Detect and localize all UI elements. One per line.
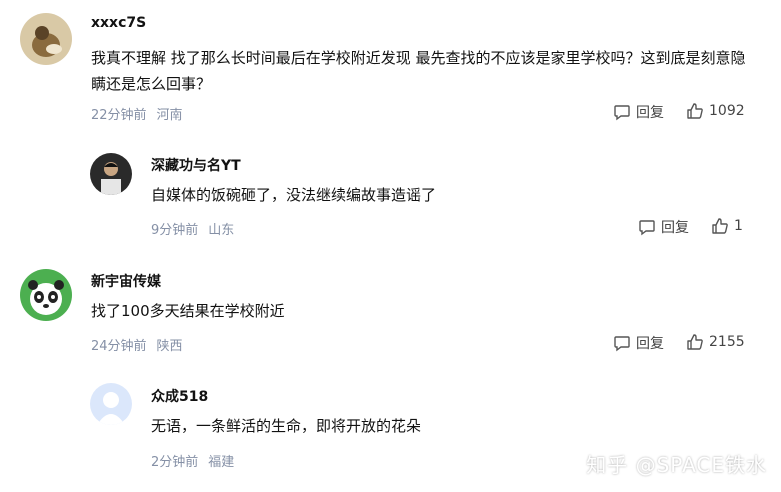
comment-author[interactable]: 新宇宙传媒: [91, 271, 161, 291]
avatar[interactable]: [20, 13, 72, 65]
thumbs-up-icon: [687, 334, 703, 350]
comment-author[interactable]: 深藏功与名YT: [151, 155, 241, 175]
comment-time: 22分钟前: [91, 108, 147, 123]
comment-icon: [614, 105, 630, 121]
reply-label: 回复: [661, 220, 689, 236]
avatar[interactable]: [90, 153, 132, 195]
reply-button[interactable]: 回复: [638, 217, 689, 237]
like-count: 1: [734, 218, 743, 234]
comment-text: 自媒体的饭碗砸了，没法继续编故事造谣了: [151, 186, 437, 204]
comment-location: 山东: [208, 223, 235, 238]
reply-label: 回复: [636, 105, 664, 121]
like-button[interactable]: 1: [711, 217, 743, 235]
comment-location: 福建: [208, 455, 235, 470]
comment-meta: 24分钟前 陕西: [91, 335, 183, 354]
like-count: 2155: [709, 334, 745, 350]
comment-time: 2分钟前: [151, 455, 199, 470]
comment-meta: 2分钟前 福建: [151, 451, 234, 470]
comment-time: 24分钟前: [91, 339, 147, 354]
thumbs-up-icon: [687, 103, 703, 119]
thumbs-up-icon: [712, 218, 728, 234]
comment-text: 我真不理解 找了那么长时间最后在学校附近发现 最先查找的不应该是家里学校吗？这到…: [91, 49, 746, 93]
comment-time: 9分钟前: [151, 223, 199, 238]
watermark: 知乎 @SPACE铁水: [586, 453, 767, 477]
avatar[interactable]: [20, 269, 72, 321]
like-count: 1092: [709, 103, 745, 119]
like-button[interactable]: 1092: [686, 102, 745, 120]
reply-button[interactable]: 回复: [613, 102, 664, 122]
comment-text: 无语，一条鲜活的生命，即将开放的花朵: [151, 417, 422, 435]
like-button[interactable]: 2155: [686, 333, 745, 351]
comment-icon: [614, 336, 630, 352]
reply-button[interactable]: 回复: [613, 333, 664, 353]
avatar[interactable]: [90, 383, 132, 425]
comment-meta: 9分钟前 山东: [151, 219, 234, 238]
comment-icon: [639, 220, 655, 236]
comment-author[interactable]: 众成518: [151, 386, 208, 406]
comment-author[interactable]: xxxc7S: [91, 15, 146, 31]
comment-location: 河南: [156, 108, 183, 123]
comment-meta: 22分钟前 河南: [91, 104, 183, 123]
comment-text: 找了100多天结果在学校附近: [91, 302, 285, 320]
reply-label: 回复: [636, 336, 664, 352]
comment-location: 陕西: [156, 339, 183, 354]
